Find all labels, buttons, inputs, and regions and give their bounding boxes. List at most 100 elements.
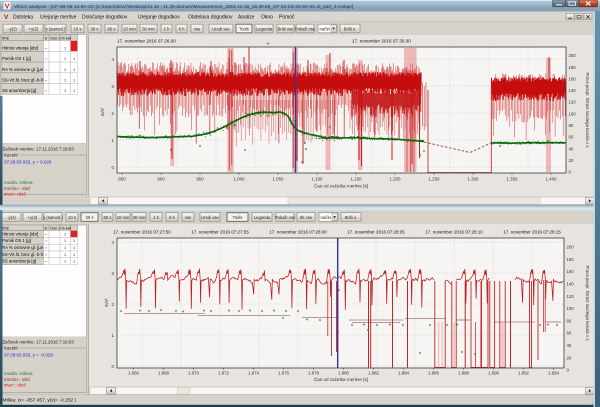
svg-text:Začetek meritve: 17.11.2016 7: Začetek meritve: 17.11.2016 7:19:03: [3, 340, 75, 345]
svg-text:100: 100: [567, 306, 575, 311]
svg-text:SS-Vrt.št. brez gl.-b-št.: SS-Vrt.št. brez gl.-b-št.: [2, 252, 45, 257]
svg-text:1: 1: [64, 239, 66, 243]
svg-text:40: 40: [567, 343, 572, 348]
svg-text:07:28:03.933, y = -0.029: 07:28:03.933, y = -0.029: [4, 353, 53, 358]
svg-text:Prava povpr. hitrost navitega: Prava povpr. hitrost navitega kanala v s: [585, 73, 590, 148]
svg-text:1: 1: [73, 260, 75, 264]
svg-text:Ime: Ime: [2, 225, 10, 230]
svg-text:1: 1: [73, 89, 75, 93]
svg-text:140: 140: [569, 88, 577, 93]
svg-text:10 s: 10 s: [68, 215, 76, 220]
svg-text:1.882: 1.882: [368, 371, 380, 376]
svg-text:17. november 2016 07:28:00: 17. november 2016 07:28:00: [269, 230, 327, 235]
svg-text:1.866: 1.866: [128, 371, 140, 376]
svg-text:▪: ▪: [46, 89, 47, 93]
svg-text:1.350: 1.350: [507, 177, 519, 182]
svg-text:Urejanje meritve: Urejanje meritve: [40, 15, 77, 21]
svg-text:y (samod.): y (samod.): [43, 215, 63, 220]
svg-text:180: 180: [569, 65, 577, 70]
svg-text:1.300: 1.300: [468, 177, 480, 182]
svg-text:180: 180: [567, 257, 575, 262]
svg-text:160: 160: [567, 269, 575, 274]
svg-text:1.050: 1.050: [273, 177, 285, 182]
svg-text:60: 60: [569, 135, 574, 140]
svg-text:60: 60: [567, 331, 572, 336]
svg-text:V: V: [4, 14, 9, 21]
svg-text:Tools: Tools: [233, 215, 243, 220]
svg-text:1: 1: [64, 68, 66, 72]
svg-text:1: 1: [73, 239, 75, 243]
svg-text:Začetek meritve: 17.11.2016 7: Začetek meritve: 17.11.2016 7:19:03: [3, 147, 75, 152]
svg-text:950: 950: [196, 177, 204, 182]
svg-text:Kazalci: Kazalci: [4, 153, 18, 158]
svg-text:1.876: 1.876: [278, 371, 290, 376]
svg-text:▪: ▪: [46, 57, 47, 61]
svg-text:1.872: 1.872: [218, 371, 230, 376]
svg-text:▪: ▪: [46, 260, 47, 264]
svg-text:1: 1: [64, 260, 66, 264]
svg-text:Briši s.: Briši s.: [345, 215, 358, 220]
svg-text:140: 140: [567, 282, 575, 287]
svg-text:60 s: 60 s: [108, 26, 116, 31]
svg-text:1.886: 1.886: [428, 371, 440, 376]
svg-text:SS amortizerja [g]: SS amortizerja [g]: [2, 259, 36, 264]
svg-text:Uredi vse: Uredi vse: [201, 215, 219, 220]
svg-text:30 min: 30 min: [133, 215, 146, 220]
svg-text:Pomik OS 1 [g]: Pomik OS 1 [g]: [2, 238, 31, 243]
svg-text:20: 20: [567, 355, 572, 360]
svg-text:17. november 2016 07:28:05: 17. november 2016 07:28:05: [347, 230, 405, 235]
svg-text:17. november 2016 07:28:15: 17. november 2016 07:28:15: [503, 230, 561, 235]
svg-text:1.000: 1.000: [234, 177, 246, 182]
svg-text:1.892: 1.892: [518, 371, 530, 376]
svg-text:160: 160: [569, 76, 577, 81]
svg-text:1.880: 1.880: [338, 371, 350, 376]
svg-text:1.868: 1.868: [158, 371, 170, 376]
svg-text:40: 40: [569, 146, 574, 151]
svg-text:17. november 2016 07.26.00: 17. november 2016 07.26.00: [117, 39, 176, 44]
svg-text:Pomik OS 1 [g]: Pomik OS 1 [g]: [2, 56, 31, 61]
svg-text:1: 1: [73, 246, 75, 250]
svg-text:1 h: 1 h: [153, 215, 159, 220]
svg-text:30 min: 30 min: [142, 26, 155, 31]
svg-text:▪: ▪: [46, 79, 47, 83]
svg-text:siva+: rdeč: siva+: rdeč: [4, 191, 27, 196]
svg-text:1.200: 1.200: [390, 177, 402, 182]
svg-text:1: 1: [64, 89, 66, 93]
svg-text:1.878: 1.878: [308, 371, 320, 376]
svg-text:▪: ▪: [46, 46, 47, 50]
svg-text:m/s²: m/s²: [100, 107, 105, 116]
svg-text:▪: ▪: [46, 239, 47, 243]
svg-text:Legenda: Legenda: [254, 215, 271, 220]
svg-text:1.250: 1.250: [429, 177, 441, 182]
svg-text:30 s: 30 s: [91, 26, 99, 31]
svg-text:vse: vse: [185, 215, 192, 220]
svg-text:▪: ▪: [46, 253, 47, 257]
svg-text:1: 1: [64, 246, 66, 250]
svg-text:RA % osnovne gl. [µm]: RA % osnovne gl. [µm]: [2, 245, 46, 250]
svg-text:RA % osnovne gl. [µm]: RA % osnovne gl. [µm]: [2, 67, 46, 72]
svg-text:Osn.v: Osn.v: [50, 225, 60, 230]
svg-text:900: 900: [157, 177, 165, 182]
svg-text:17. november 2016 07.30.00: 17. november 2016 07.30.00: [352, 39, 411, 44]
svg-text:1: 1: [64, 232, 66, 236]
svg-text:Briši vse: Briši vse: [278, 26, 294, 31]
svg-text:1: 1: [64, 253, 66, 257]
svg-text:način: način: [321, 215, 332, 220]
svg-text:način: način: [320, 26, 331, 31]
svg-text:Obdelava dogodkov: Obdelava dogodkov: [188, 15, 233, 21]
svg-text:100: 100: [569, 111, 577, 116]
svg-text:SS amortizerja [g]: SS amortizerja [g]: [2, 88, 36, 93]
svg-text:60 s: 60 s: [104, 215, 112, 220]
svg-text:1.888: 1.888: [458, 371, 470, 376]
svg-text:1: 1: [73, 68, 75, 72]
svg-text:VibCC analysis - [CF-2B-05-13-: VibCC analysis - [CF-2B-05-13-9A-2C [C:\…: [14, 4, 353, 10]
svg-text:Zk vse: Zk vse: [300, 215, 313, 220]
svg-text:Uredi vse: Uredi vse: [212, 26, 230, 31]
svg-text:20: 20: [569, 158, 574, 163]
svg-text:Čas od začetka meritve [s]: Čas od začetka meritve [s]: [314, 183, 368, 189]
svg-text:Pomoč: Pomoč: [279, 15, 295, 21]
svg-text:6 h: 6 h: [179, 26, 185, 31]
svg-text:%-kal: %-kal: [61, 36, 71, 41]
svg-text:10 s: 10 s: [74, 26, 82, 31]
svg-text:Tools: Tools: [239, 26, 249, 31]
